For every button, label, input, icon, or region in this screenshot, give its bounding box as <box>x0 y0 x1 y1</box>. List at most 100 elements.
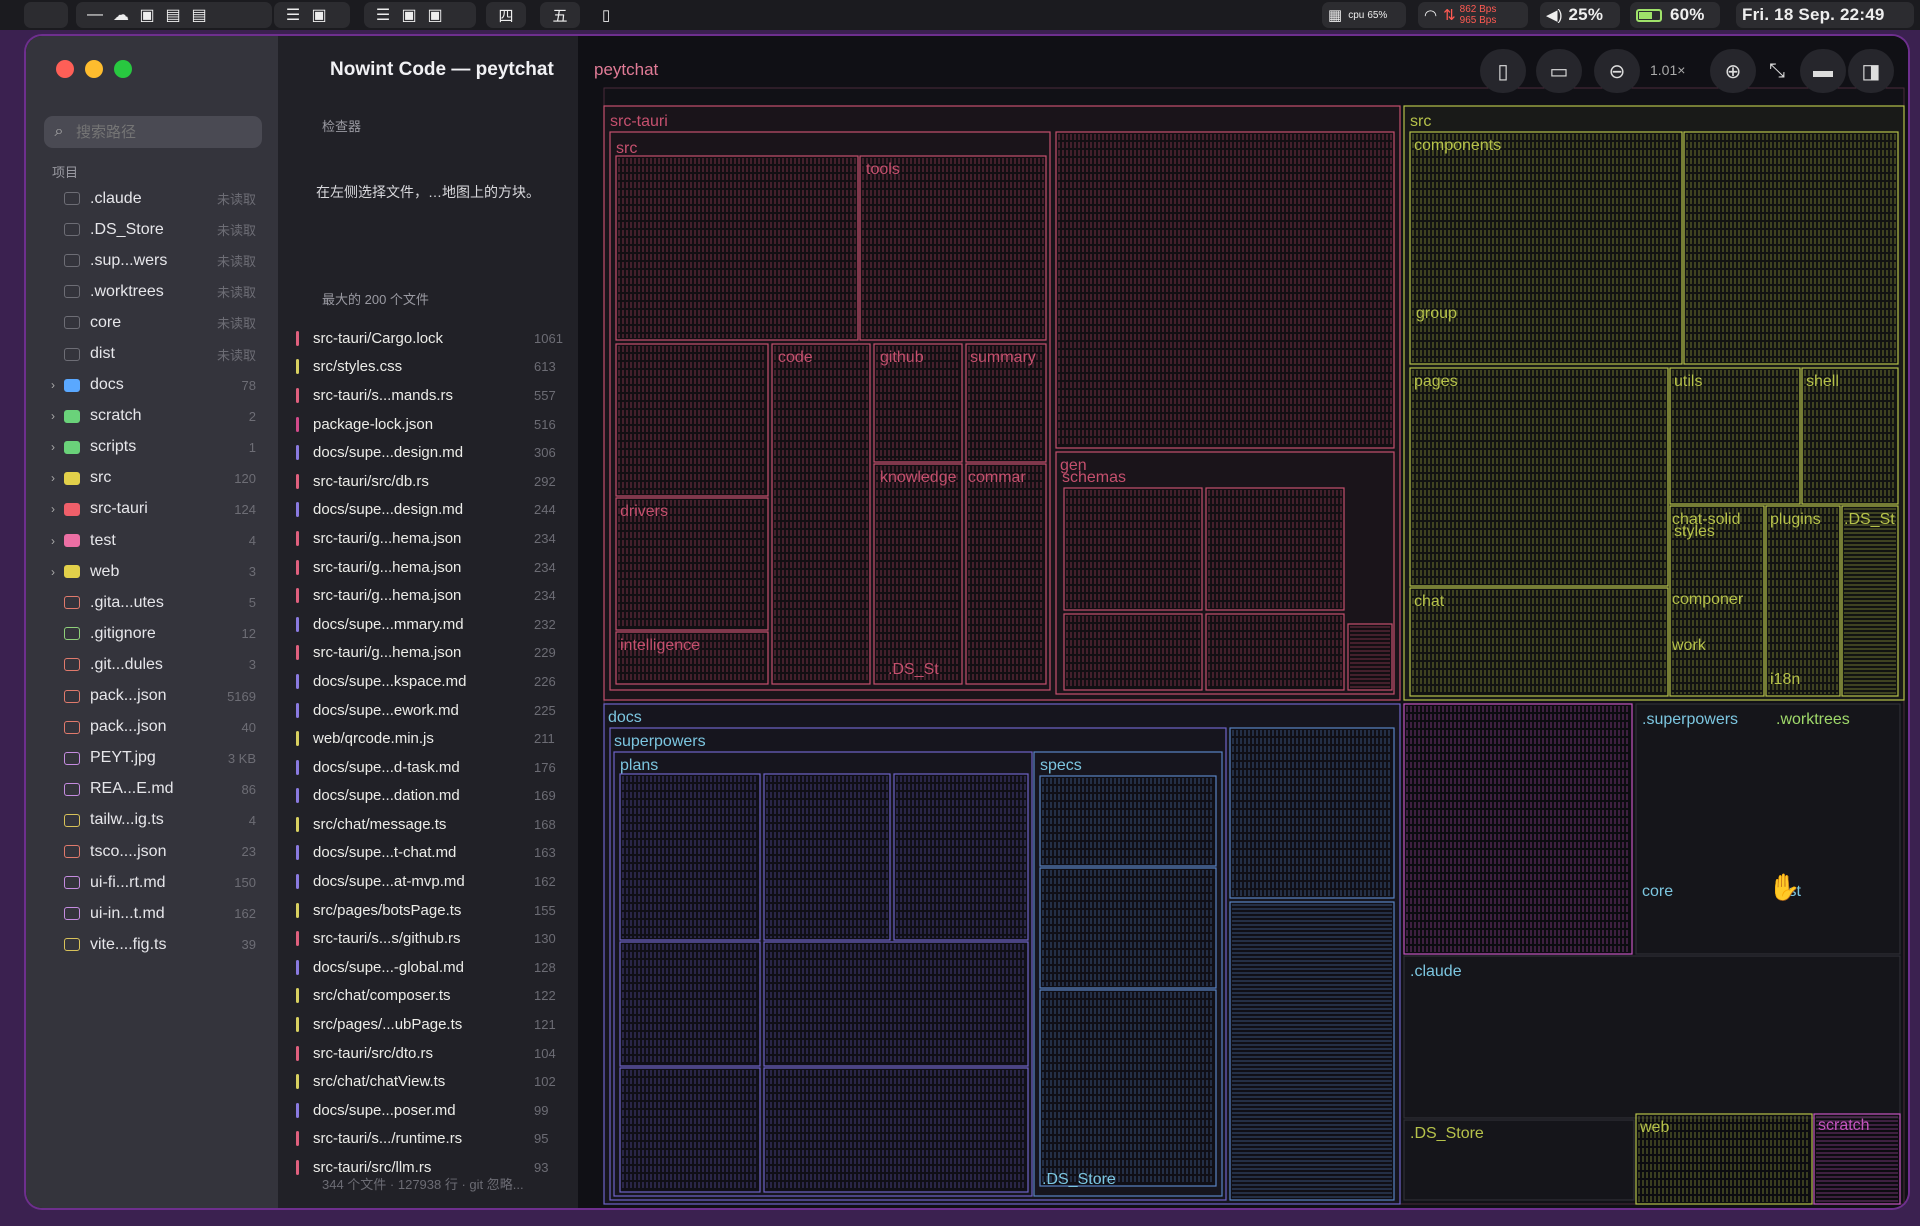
sidebar-item[interactable]: ui-in...t.md 162 <box>26 898 278 929</box>
search-input[interactable] <box>74 122 258 142</box>
bottom-panel-button[interactable]: ▬ <box>1800 49 1846 93</box>
treemap-schema-1[interactable] <box>1063 487 1203 611</box>
sidebar-item[interactable]: PEYT.jpg 3 KB <box>26 743 278 774</box>
treemap-plan-5[interactable] <box>763 941 1029 1067</box>
treemap-canvas[interactable]: src-tauri src tools code github summary knowle… <box>578 36 1908 1208</box>
file-row[interactable]: docs/supe...at-mvp.md 162 <box>278 867 578 896</box>
sidebar-item[interactable]: › src 120 <box>26 463 278 494</box>
workspace-indicator[interactable]: ☰ ▣ <box>274 2 350 28</box>
file-row[interactable]: docs/supe...d-task.md 176 <box>278 753 578 782</box>
sidebar-item[interactable]: .sup...wers 未读取 <box>26 245 278 276</box>
chevron-right-icon[interactable]: › <box>42 565 64 579</box>
workspace-1-icon[interactable]: ☰ <box>280 5 306 25</box>
file-row[interactable]: package-lock.json 516 <box>278 410 578 439</box>
image-app-icon[interactable]: ▣ <box>134 5 160 25</box>
treemap-node-hidden[interactable] <box>1635 703 1901 955</box>
chevron-right-icon[interactable]: › <box>42 409 64 423</box>
file-row[interactable]: src-tauri/Cargo.lock 1061 <box>278 324 578 353</box>
battery-status[interactable]: 60% <box>1630 2 1720 28</box>
treemap-block-src-root[interactable] <box>615 155 859 341</box>
file-row[interactable]: src/chat/message.ts 168 <box>278 810 578 839</box>
treemap-block-lock-2[interactable] <box>1403 703 1633 955</box>
file-row[interactable]: src/styles.css 613 <box>278 353 578 382</box>
workspace-indicator-2[interactable]: ☰ ▣ ▣ <box>364 2 476 28</box>
volume-status[interactable]: ◀) 25% <box>1540 2 1620 28</box>
workspace-five[interactable]: 五 <box>540 2 580 28</box>
sidebar-item[interactable]: › web 3 <box>26 556 278 587</box>
file-row[interactable]: src-tauri/g...hema.json 234 <box>278 581 578 610</box>
window-app-icon-2[interactable]: ▤ <box>186 5 212 25</box>
sidebar-item[interactable]: pack...json 40 <box>26 712 278 743</box>
zoom-in-button[interactable]: ⊕ <box>1710 49 1756 93</box>
file-row[interactable]: src-tauri/src/db.rs 292 <box>278 467 578 496</box>
sidebar-item[interactable]: vite....fig.ts 39 <box>26 929 278 960</box>
chevron-right-icon[interactable]: › <box>42 378 64 392</box>
workspace-four[interactable]: 四 <box>486 2 526 28</box>
file-row[interactable]: docs/supe...ework.md 225 <box>278 696 578 725</box>
workspace-4-icon[interactable]: ▣ <box>396 5 422 25</box>
chevron-right-icon[interactable]: › <box>42 502 64 516</box>
sidebar-item[interactable]: tsco....json 23 <box>26 836 278 867</box>
file-row[interactable]: docs/supe...dation.md 169 <box>278 782 578 811</box>
workspace-2-icon[interactable]: ▣ <box>306 5 332 25</box>
file-row[interactable]: src/pages/...ubPage.ts 121 <box>278 1010 578 1039</box>
cpu-status[interactable]: ▦ cpu 65% <box>1322 2 1406 28</box>
right-panel-button[interactable]: ◨ <box>1848 49 1894 93</box>
file-row[interactable]: src/pages/botsPage.ts 155 <box>278 896 578 925</box>
workspace-5-icon[interactable]: ▣ <box>422 5 448 25</box>
treemap-spec-3[interactable] <box>1039 989 1217 1187</box>
clipboard-status[interactable]: ▯ <box>596 2 620 28</box>
sidebar-item[interactable]: tailw...ig.ts 4 <box>26 805 278 836</box>
sidebar-item[interactable]: .DS_Store 未读取 <box>26 214 278 245</box>
file-row[interactable]: docs/supe...design.md 306 <box>278 438 578 467</box>
treemap-docs-misc-2[interactable] <box>1229 901 1395 1201</box>
sidebar-item[interactable]: ui-fi...rt.md 150 <box>26 867 278 898</box>
zoom-window-button[interactable] <box>114 60 132 78</box>
sidebar-item[interactable]: pack...json 5169 <box>26 681 278 712</box>
window-app-icon[interactable]: ▤ <box>160 5 186 25</box>
sidebar-item[interactable]: .claude 未读取 <box>26 183 278 214</box>
sidebar-item[interactable]: .git...dules 3 <box>26 649 278 680</box>
wechat-icon[interactable]: ☁ <box>108 5 134 25</box>
treemap-plan-7[interactable] <box>763 1067 1029 1193</box>
search-field[interactable]: ⌕ <box>44 116 262 148</box>
sidebar-item[interactable]: › src-tauri 124 <box>26 494 278 525</box>
file-row[interactable]: docs/supe...poser.md 99 <box>278 1096 578 1125</box>
network-status[interactable]: ◠ ⇅ 862 Bps 965 Bps <box>1418 2 1528 28</box>
file-row[interactable]: src/chat/chatView.ts 102 <box>278 1067 578 1096</box>
zoom-out-button[interactable]: ⊖ <box>1594 49 1640 93</box>
minimize-window-button[interactable] <box>85 60 103 78</box>
sidebar-item[interactable]: › scripts 1 <box>26 432 278 463</box>
file-row[interactable]: src-tauri/s.../runtime.rs 95 <box>278 1125 578 1154</box>
chevron-right-icon[interactable]: › <box>42 471 64 485</box>
file-row[interactable]: web/qrcode.min.js 211 <box>278 724 578 753</box>
treemap-schema-2[interactable] <box>1205 487 1345 611</box>
sidebar-item[interactable]: › scratch 2 <box>26 401 278 432</box>
treemap-node-tools[interactable] <box>859 155 1047 341</box>
treemap-node-claude[interactable] <box>1403 955 1901 1119</box>
file-row[interactable]: src-tauri/s...mands.rs 557 <box>278 381 578 410</box>
file-row[interactable]: docs/supe...t-chat.md 163 <box>278 839 578 868</box>
fit-button[interactable]: ⤡ <box>1754 49 1800 93</box>
clock[interactable]: Fri. 18 Sep. 22:49 <box>1736 2 1914 28</box>
chevron-right-icon[interactable]: › <box>42 440 64 454</box>
sidebar-item[interactable]: › test 4 <box>26 525 278 556</box>
file-row[interactable]: src-tauri/g...hema.json 234 <box>278 524 578 553</box>
treemap-view[interactable]: src-tauri src tools code github summary knowle… <box>578 36 1908 1208</box>
treemap-spec-2[interactable] <box>1039 867 1217 989</box>
sidebar-item[interactable]: › docs 78 <box>26 370 278 401</box>
app-dash-icon[interactable]: — <box>82 6 108 24</box>
treemap-spec-1[interactable] <box>1039 775 1217 867</box>
sidebar-item[interactable]: dist 未读取 <box>26 338 278 369</box>
file-row[interactable]: docs/supe...kspace.md 226 <box>278 667 578 696</box>
workspace-3-icon[interactable]: ☰ <box>370 5 396 25</box>
sidebar-item[interactable]: .gita...utes 5 <box>26 587 278 618</box>
file-row[interactable]: src-tauri/g...hema.json 234 <box>278 553 578 582</box>
treemap-node-commands[interactable] <box>965 463 1047 685</box>
file-row[interactable]: docs/supe...mmary.md 232 <box>278 610 578 639</box>
breadcrumb[interactable]: peytchat <box>594 60 658 80</box>
file-row[interactable]: docs/supe...-global.md 128 <box>278 953 578 982</box>
sidebar-item[interactable]: .worktrees 未读取 <box>26 276 278 307</box>
sidebar-item[interactable]: core 未读取 <box>26 307 278 338</box>
sidebar-item[interactable]: .gitignore 12 <box>26 618 278 649</box>
